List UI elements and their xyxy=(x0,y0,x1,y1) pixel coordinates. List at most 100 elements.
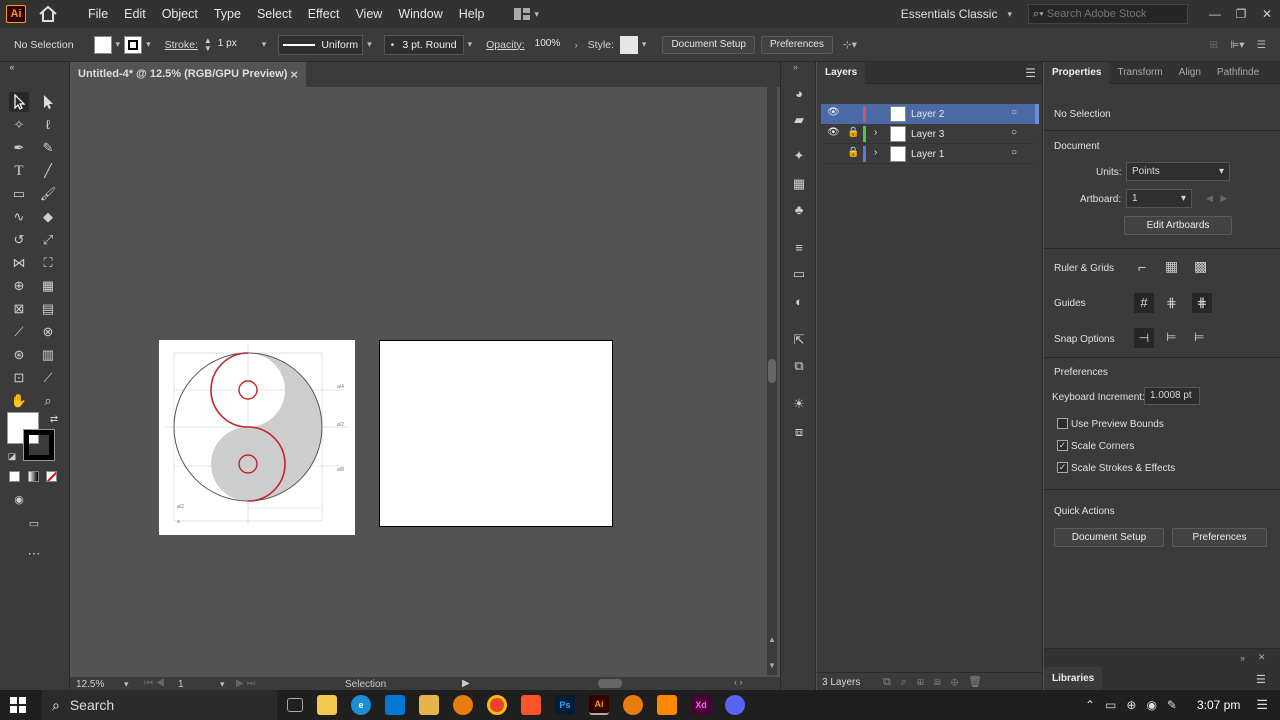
menu-edit[interactable]: Edit xyxy=(116,0,154,28)
blender-icon-2[interactable] xyxy=(623,695,643,715)
horizontal-scrollbar[interactable] xyxy=(598,679,622,688)
photoshop-icon[interactable]: Ps xyxy=(555,695,575,715)
pen-tool-icon[interactable]: ✒ xyxy=(9,138,29,158)
gradient-tool-icon[interactable]: ▤ xyxy=(38,299,58,319)
lock-icon[interactable]: 🔒 xyxy=(847,127,859,138)
free-transform-tool-icon[interactable]: ⛶ xyxy=(38,253,58,273)
stock-search-input[interactable] xyxy=(1046,8,1177,20)
chevron-down-icon[interactable]: ▾ xyxy=(220,679,225,690)
clock[interactable]: 3:07 pm xyxy=(1197,698,1240,712)
collapse-icon[interactable]: » xyxy=(1240,653,1245,663)
arrange-documents-icon[interactable]: ▾ xyxy=(513,7,544,21)
brave-icon[interactable] xyxy=(521,695,541,715)
menu-type[interactable]: Type xyxy=(206,0,249,28)
direct-selection-tool-icon[interactable] xyxy=(38,92,58,112)
expand-arrow-icon[interactable]: › xyxy=(874,127,877,138)
chevron-down-icon[interactable]: ▾ xyxy=(367,39,372,50)
transparency-icon[interactable]: ◐ xyxy=(789,292,809,312)
xd-icon[interactable]: Xd xyxy=(691,695,711,715)
discord-icon[interactable] xyxy=(725,695,745,715)
tab-layers[interactable]: Layers xyxy=(817,61,866,84)
transform-icon[interactable]: ⊹▾ xyxy=(843,39,857,51)
layer-row-layer-2[interactable]: 👁 Layer 2 ○ xyxy=(821,104,1039,124)
show-guides-icon[interactable]: # xyxy=(1134,293,1154,313)
photos-icon[interactable] xyxy=(419,695,439,715)
appearance-icon[interactable]: ☀ xyxy=(789,394,809,414)
eye-icon[interactable]: 👁 xyxy=(827,127,840,138)
rulers-icon[interactable]: ⌐ xyxy=(1138,259,1146,275)
rotate-tool-icon[interactable]: ↺ xyxy=(9,230,29,250)
color-mode-icon[interactable] xyxy=(9,471,20,482)
selection-tool-icon[interactable] xyxy=(9,92,29,112)
tab-properties[interactable]: Properties xyxy=(1044,61,1110,84)
edit-artboards-button[interactable]: Edit Artboards xyxy=(1124,216,1232,235)
layer-name[interactable]: Layer 2 xyxy=(911,109,944,120)
hand-tool-icon[interactable]: ✋ xyxy=(9,391,29,411)
magic-wand-tool-icon[interactable]: ✧ xyxy=(9,115,29,135)
chevron-down-icon[interactable]: ▾ xyxy=(146,39,151,50)
task-view-icon[interactable] xyxy=(287,698,303,712)
gradient-panel-icon[interactable]: ▭ xyxy=(789,264,809,284)
units-select[interactable]: Points ▾ xyxy=(1126,162,1230,181)
smart-guides-icon[interactable]: ⋕ xyxy=(1192,293,1212,313)
zoom-level[interactable]: 12.5% xyxy=(76,679,104,690)
color-guide-icon[interactable]: ▰ xyxy=(789,110,809,130)
menu-file[interactable]: File xyxy=(80,0,116,28)
layer-name[interactable]: Layer 1 xyxy=(911,149,944,160)
scroll-arrows-icon[interactable]: ‹ › xyxy=(734,677,743,687)
workspace-switcher[interactable]: Essentials Classic xyxy=(901,7,998,21)
screen-mode-icon[interactable]: ▭ xyxy=(24,514,44,534)
zoom-tool-icon[interactable]: ⌕ xyxy=(38,391,58,411)
stroke-stepper-icon[interactable]: ▲ ▼ xyxy=(204,36,212,53)
perspective-grid-tool-icon[interactable]: ▦ xyxy=(38,276,58,296)
next-artboard-icon[interactable]: ▶ ⏭ xyxy=(236,678,255,689)
artboard-tool-icon[interactable]: ⊡ xyxy=(9,368,29,388)
chevron-down-icon[interactable]: ▾ xyxy=(642,39,647,50)
symbols-icon[interactable]: ♣ xyxy=(789,200,809,220)
slice-tool-icon[interactable]: ⟋ xyxy=(38,368,58,388)
stroke-panel-icon[interactable]: ≡ xyxy=(789,238,809,258)
panel-menu-icon[interactable]: ☰ xyxy=(1025,66,1036,80)
snap-to-pixel-icon[interactable]: ⊨ xyxy=(1166,330,1176,344)
artboard-1[interactable]: a/4 a/2 a/8 a/2 a xyxy=(159,340,355,535)
swatches-icon[interactable]: ▦ xyxy=(789,174,809,194)
layer-name[interactable]: Layer 3 xyxy=(911,129,944,140)
document-setup-button[interactable]: Document Setup xyxy=(662,35,755,54)
minimize-icon[interactable]: — xyxy=(1202,7,1228,21)
stroke-color-box[interactable] xyxy=(23,429,55,461)
notifications-icon[interactable]: ☰ xyxy=(1256,697,1268,713)
scale-corners-checkbox[interactable]: ✓ xyxy=(1057,440,1068,451)
chevron-down-icon[interactable]: ▾ xyxy=(124,679,129,690)
home-icon[interactable] xyxy=(38,5,64,23)
artboard-select[interactable]: 1 ▾ xyxy=(1126,189,1192,208)
first-artboard-icon[interactable]: ⏮ ◀ xyxy=(144,678,165,689)
collapse-panel-icon[interactable]: « xyxy=(2,62,22,72)
layer-row-layer-3[interactable]: 👁 🔒 › Layer 3 ○ xyxy=(821,124,1035,144)
drawing-modes-icon[interactable]: ◉ xyxy=(9,490,29,510)
graphic-styles-icon[interactable]: ⧈ xyxy=(789,422,809,442)
color-panel-icon[interactable]: ◕ xyxy=(789,84,809,104)
artboard-2[interactable] xyxy=(379,340,613,527)
lasso-tool-icon[interactable]: ℓ xyxy=(38,115,58,135)
tab-transform[interactable]: Transform xyxy=(1109,62,1170,84)
target-icon[interactable]: ○ xyxy=(1011,107,1017,118)
taskbar-search[interactable]: ⌕ Search xyxy=(42,690,277,720)
vlc-icon[interactable] xyxy=(657,695,677,715)
canvas[interactable]: a/4 a/2 a/8 a/2 a ▲ ▼ xyxy=(70,87,777,675)
snap-to-point-icon[interactable]: ⊣ xyxy=(1134,328,1154,348)
chevron-down-icon[interactable]: ▾ xyxy=(1007,9,1012,20)
shaper-tool-icon[interactable]: ∿ xyxy=(9,207,29,227)
panel-menu-icon[interactable]: ☰ xyxy=(1257,39,1266,51)
width-tool-icon[interactable]: ⋈ xyxy=(9,253,29,273)
lock-guides-icon[interactable]: ⋕ xyxy=(1166,295,1177,311)
windows-start-icon[interactable] xyxy=(10,697,26,713)
preferences-button[interactable]: Preferences xyxy=(760,35,833,54)
menu-select[interactable]: Select xyxy=(249,0,300,28)
chevron-right-icon[interactable]: ▶ xyxy=(462,678,470,689)
swap-colors-icon[interactable]: ⇄ xyxy=(44,410,64,430)
cc-libraries-icon[interactable]: ✦ xyxy=(789,146,809,166)
menu-help[interactable]: Help xyxy=(451,0,493,28)
eye-icon[interactable]: 👁 xyxy=(827,107,840,118)
libraries-tab[interactable]: Libraries xyxy=(1044,667,1102,691)
symbol-sprayer-tool-icon[interactable]: ⊛ xyxy=(9,345,29,365)
